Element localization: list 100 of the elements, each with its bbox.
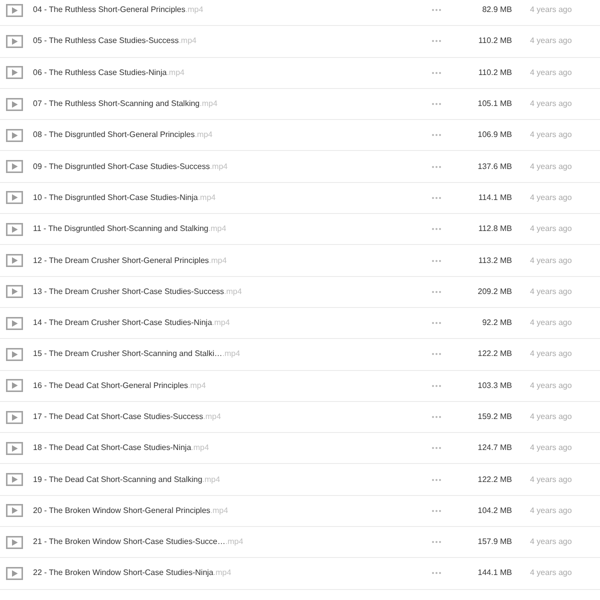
- modified-date: 4 years ago: [530, 223, 573, 236]
- more-icon[interactable]: [432, 166, 441, 168]
- file-extension: .mp4: [210, 506, 228, 515]
- file-size: 110.2 MB: [477, 66, 512, 79]
- file-name[interactable]: 21 - The Broken Window Short-Case Studies-Succe…: [33, 537, 226, 546]
- modified-date: 4 years ago: [530, 442, 573, 454]
- modified-date: 4 years ago: [530, 536, 573, 548]
- file-size: 103.3 MB: [476, 380, 512, 392]
- modified-date: 4 years ago: [530, 4, 573, 16]
- more-icon[interactable]: [432, 290, 441, 293]
- file-name[interactable]: 09 - The Disgruntled Short-Case Studies-Success: [33, 162, 210, 171]
- modified-date: 4 years ago: [530, 254, 573, 267]
- file-extension: .mp4: [202, 474, 220, 484]
- more-icon[interactable]: [432, 510, 441, 512]
- file-name[interactable]: 13 - The Dream Crusher Short-Case Studies-Success: [33, 286, 224, 296]
- file-size: 159.2 MB: [476, 411, 512, 423]
- more-icon[interactable]: [432, 353, 441, 356]
- file-extension: .mp4: [166, 68, 184, 77]
- play-icon: [6, 285, 23, 298]
- file-name[interactable]: 18 - The Dead Cat Short-Case Studies-Ninja: [33, 443, 192, 452]
- play-icon: [6, 473, 23, 486]
- more-icon[interactable]: [432, 541, 441, 544]
- file-name[interactable]: 20 - The Broken Window Short-General Principles: [33, 506, 210, 515]
- file-name[interactable]: 08 - The Disgruntled Short-General Principles: [33, 130, 195, 140]
- play-icon: [6, 566, 23, 580]
- file-extension: .mp4: [198, 192, 216, 202]
- file-extension: .mp4: [185, 5, 204, 14]
- file-size: 82.9 MB: [481, 4, 512, 16]
- play-icon: [6, 410, 23, 424]
- play-icon: [6, 4, 23, 17]
- modified-date: 4 years ago: [530, 192, 573, 204]
- file-name[interactable]: 17 - The Dead Cat Short-Case Studies-Success: [33, 412, 204, 421]
- file-name[interactable]: 07 - The Ruthless Short-Scanning and Stalking: [33, 99, 200, 108]
- file-size: 157.9 MB: [476, 536, 512, 548]
- more-icon[interactable]: [432, 478, 441, 481]
- modified-date: 4 years ago: [530, 474, 573, 486]
- file-size: 106.9 MB: [476, 129, 512, 142]
- modified-date: 4 years ago: [530, 98, 573, 110]
- file-extension: .mp4: [208, 256, 227, 265]
- file-name[interactable]: 12 - The Dream Crusher Short-General Principles: [33, 256, 209, 265]
- play-icon: [6, 379, 23, 392]
- more-icon[interactable]: [432, 72, 441, 74]
- play-icon: [6, 191, 23, 204]
- file-size: 124.7 MB: [476, 442, 512, 454]
- file-name[interactable]: 04 - The Ruthless Short-General Principles: [33, 5, 186, 14]
- modified-date: 4 years ago: [530, 567, 573, 580]
- file-size: 122.2 MB: [476, 474, 512, 486]
- file-size: 92.2 MB: [481, 317, 512, 330]
- file-name[interactable]: 06 - The Ruthless Case Studies-Ninja: [33, 68, 167, 77]
- file-name[interactable]: 15 - The Dream Crusher Short-Scanning and Stalki…: [33, 349, 222, 358]
- play-icon: [6, 98, 23, 111]
- play-icon: [6, 34, 23, 48]
- more-icon[interactable]: [432, 9, 441, 12]
- play-icon: [6, 442, 23, 455]
- play-icon: [6, 536, 23, 549]
- file-extension: .mp4: [212, 318, 230, 328]
- more-icon[interactable]: [432, 260, 441, 262]
- more-icon[interactable]: [432, 572, 441, 574]
- more-icon[interactable]: [432, 384, 441, 387]
- play-icon: [6, 222, 23, 236]
- more-icon[interactable]: [432, 103, 441, 106]
- file-name[interactable]: 11 - The Disgruntled Short-Scanning and Stalking: [33, 224, 208, 234]
- modified-date: 4 years ago: [530, 160, 573, 173]
- file-size: 209.2 MB: [476, 286, 512, 298]
- file-size: 110.2 MB: [477, 35, 512, 48]
- modified-date: 4 years ago: [530, 348, 573, 360]
- file-size: 105.1 MB: [476, 98, 512, 110]
- file-size: 144.1 MB: [476, 567, 512, 580]
- modified-date: 4 years ago: [530, 129, 573, 142]
- file-size: 114.1 MB: [477, 192, 512, 204]
- more-icon[interactable]: [432, 322, 441, 324]
- file-extension: .mp4: [200, 99, 218, 108]
- file-extension: .mp4: [224, 286, 242, 296]
- modified-date: 4 years ago: [530, 286, 573, 298]
- more-icon[interactable]: [432, 447, 441, 450]
- file-extension: .mp4: [225, 537, 244, 546]
- file-name[interactable]: 10 - The Disgruntled Short-Case Studies-Ninja: [33, 192, 198, 202]
- file-extension: .mp4: [210, 162, 228, 171]
- more-icon[interactable]: [432, 134, 441, 136]
- file-size: 104.2 MB: [476, 504, 512, 517]
- modified-date: 4 years ago: [530, 317, 573, 330]
- file-name[interactable]: 16 - The Dead Cat Short-General Principles: [33, 380, 188, 390]
- file-extension: .mp4: [222, 349, 240, 358]
- modified-date: 4 years ago: [530, 411, 573, 423]
- play-icon: [6, 504, 23, 518]
- file-extension: .mp4: [188, 380, 206, 390]
- play-icon: [6, 316, 23, 330]
- more-icon[interactable]: [432, 196, 441, 199]
- more-icon[interactable]: [432, 40, 441, 42]
- file-name[interactable]: 22 - The Broken Window Short-Case Studies-Ninja: [33, 568, 214, 578]
- more-icon[interactable]: [432, 228, 441, 230]
- file-size: 122.2 MB: [476, 348, 512, 360]
- modified-date: 4 years ago: [530, 35, 573, 48]
- file-name[interactable]: 14 - The Dream Crusher Short-Case Studies-Ninja: [33, 318, 212, 328]
- play-icon: [6, 128, 23, 142]
- file-name[interactable]: 19 - The Dead Cat Short-Scanning and Stalking: [33, 474, 202, 484]
- file-name[interactable]: 05 - The Ruthless Case Studies-Success: [33, 36, 179, 46]
- file-size: 137.6 MB: [476, 160, 512, 173]
- modified-date: 4 years ago: [530, 504, 573, 517]
- modified-date: 4 years ago: [530, 380, 573, 392]
